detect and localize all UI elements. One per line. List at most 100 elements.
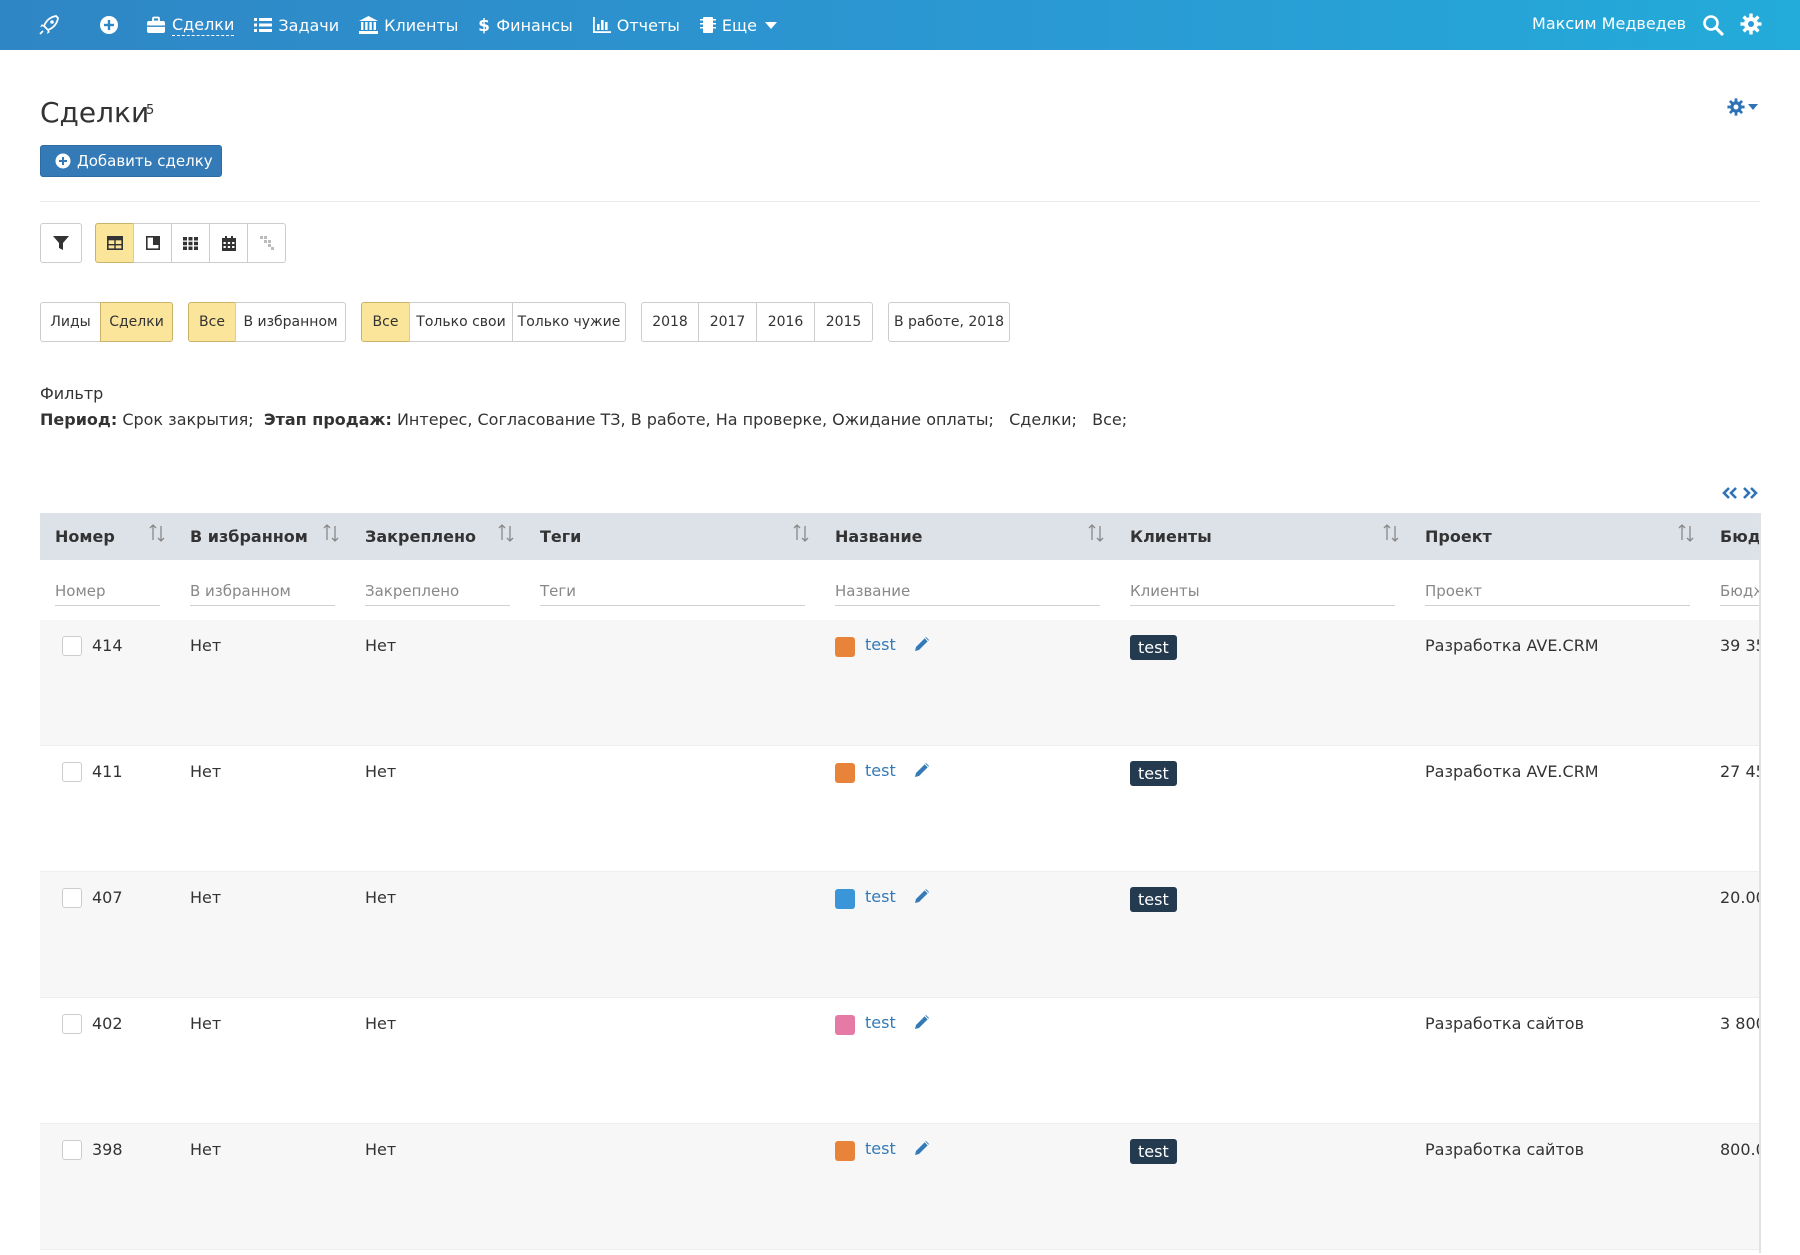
pencil-edit-icon[interactable] [912,1138,932,1158]
client-tag[interactable]: test [1130,635,1177,660]
table-row[interactable]: 407 Нет Нет test test 20.00 [40,872,1760,998]
filter-project-input[interactable]: Проект [1425,576,1690,606]
year-2017-button[interactable]: 2017 [698,302,757,342]
pencil-edit-icon[interactable] [912,1012,932,1032]
deal-project: Разработка сайтов [1425,1140,1584,1159]
deal-pinned: Нет [365,762,397,781]
sort-icon[interactable] [497,523,515,543]
preset-in-work-2018-button[interactable]: В работе, 2018 [888,302,1010,342]
favorites-all-button[interactable]: Все [188,302,236,342]
sort-icon[interactable] [792,523,810,543]
calendar-icon [221,235,236,251]
row-checkbox[interactable] [62,636,82,656]
view-table-button[interactable] [95,223,134,263]
year-2018-button[interactable]: 2018 [641,302,699,342]
table-row[interactable]: 402 Нет Нет test Разработка сайтов 3 800 [40,998,1760,1124]
column-header-favorite[interactable]: В избранном [190,513,308,560]
gear-icon[interactable] [1740,13,1762,35]
filter-clients-input[interactable]: Клиенты [1130,576,1395,606]
deal-pinned: Нет [365,1014,397,1033]
sort-icon[interactable] [148,523,166,543]
svg-text:$: $ [478,16,490,34]
dollar-icon: $ [478,16,490,34]
column-header-project[interactable]: Проект [1425,513,1492,560]
deal-color-swatch [835,889,855,909]
deal-favorite: Нет [190,888,222,907]
view-gantt-button[interactable] [247,223,286,263]
table-view-icon [106,236,123,250]
deal-pinned: Нет [365,636,397,655]
search-icon[interactable] [1702,14,1724,36]
type-deals-button[interactable]: Сделки [100,302,173,342]
column-header-tags[interactable]: Теги [540,513,581,560]
nav-tasks[interactable]: Задачи [254,16,339,35]
filter-type-value: Сделки; [1009,410,1077,429]
user-name[interactable]: Максим Медведев [1532,14,1686,33]
row-checkbox[interactable] [62,1140,82,1160]
page-settings-menu[interactable] [1727,96,1761,118]
ownership-own-button[interactable]: Только свои [409,302,513,342]
pencil-edit-icon[interactable] [912,886,932,906]
client-tag[interactable]: test [1130,887,1177,912]
plus-circle-icon[interactable] [98,14,120,36]
pencil-edit-icon[interactable] [912,760,932,780]
filter-button[interactable] [40,223,82,263]
deal-name-link[interactable]: test [865,635,896,654]
table-row[interactable]: 398 Нет Нет test test Разработка сайтов … [40,1124,1760,1250]
ownership-others-button[interactable]: Только чужие [512,302,626,342]
sort-icon[interactable] [322,523,340,543]
filter-name-input[interactable]: Название [835,576,1100,606]
column-header-budget[interactable]: Бюдж [1720,513,1760,560]
filter-favorite-input[interactable]: В избранном [190,576,335,606]
nav-reports[interactable]: Отчеты [592,16,680,35]
sort-icon[interactable] [1087,523,1105,543]
deal-name-link[interactable]: test [865,887,896,906]
nav-finance[interactable]: $ Финансы [478,16,572,35]
deal-name-link[interactable]: test [865,761,896,780]
scroll-right-button[interactable] [1740,483,1760,503]
rocket-logo-icon[interactable] [36,12,62,38]
scroll-left-button[interactable] [1720,483,1740,503]
row-checkbox[interactable] [62,762,82,782]
column-header-number[interactable]: Номер [55,513,115,560]
year-2015-button[interactable]: 2015 [814,302,873,342]
year-2016-button[interactable]: 2016 [756,302,815,342]
view-grid-button[interactable] [171,223,210,263]
filter-tags-input[interactable]: Теги [540,576,805,606]
add-deal-label: Добавить сделку [77,152,213,170]
nav-deals[interactable]: Сделки [146,15,235,36]
plus-circle-icon [55,153,71,169]
table-scroll-edge[interactable] [1759,513,1761,1253]
sort-icon[interactable] [1382,523,1400,543]
nav-more[interactable]: Еще [699,16,777,35]
ownership-all-button[interactable]: Все [361,302,410,342]
deal-number: 414 [92,636,123,655]
deal-favorite: Нет [190,1140,222,1159]
view-calendar-button[interactable] [209,223,248,263]
add-deal-button[interactable]: Добавить сделку [40,145,222,177]
top-navbar: Сделки Задачи Клиенты $ Финансы Отчеты Е… [0,0,1800,50]
column-header-clients[interactable]: Клиенты [1130,513,1212,560]
row-checkbox[interactable] [62,1014,82,1034]
table-row[interactable]: 414 Нет Нет test test Разработка AVE.CRM… [40,620,1760,746]
sort-icon[interactable] [1677,523,1695,543]
row-checkbox[interactable] [62,888,82,908]
favorites-only-button[interactable]: В избранном [235,302,346,342]
deal-favorite: Нет [190,1014,222,1033]
column-header-name[interactable]: Название [835,513,923,560]
client-tag[interactable]: test [1130,761,1177,786]
client-tag[interactable]: test [1130,1139,1177,1164]
filter-budget-input[interactable]: Бюдж [1720,576,1760,606]
view-kanban-button[interactable] [133,223,172,263]
filter-pinned-input[interactable]: Закреплено [365,576,510,606]
deal-project: Разработка AVE.CRM [1425,762,1599,781]
filter-number-input[interactable]: Номер [55,576,160,606]
column-header-pinned[interactable]: Закреплено [365,513,476,560]
nav-clients[interactable]: Клиенты [359,16,458,35]
type-leads-button[interactable]: Лиды [40,302,101,342]
pencil-edit-icon[interactable] [912,634,932,654]
deal-name-link[interactable]: test [865,1139,896,1158]
column-pager [1720,483,1760,503]
deal-name-link[interactable]: test [865,1013,896,1032]
table-row[interactable]: 411 Нет Нет test test Разработка AVE.CRM… [40,746,1760,872]
